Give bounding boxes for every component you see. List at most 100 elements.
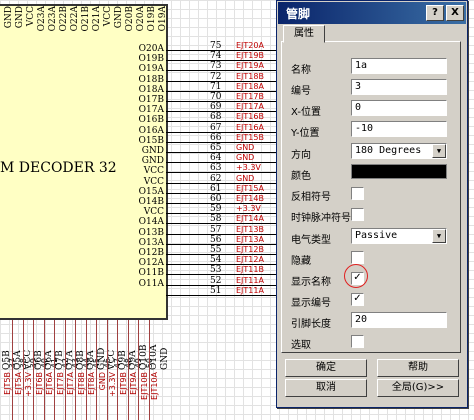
net-label: +3.3V: [236, 163, 261, 173]
pin-number: 63: [210, 163, 222, 174]
pin-name: O17B: [138, 95, 164, 105]
name-field[interactable]: 1a: [351, 58, 447, 74]
net-label: EJT19B: [236, 51, 264, 61]
bottom-net-label: EJT10B: [139, 372, 149, 400]
number-label: 编号: [291, 86, 311, 97]
top-pin-label: O21B: [81, 6, 91, 32]
pin-name: O16A: [138, 125, 164, 136]
top-pin-label: O22A: [70, 6, 80, 32]
pin-name: VCC: [143, 176, 164, 187]
y-position-label: Y-位置: [291, 128, 320, 139]
invert-checkbox[interactable]: [351, 187, 364, 200]
pin-number: 54: [210, 255, 222, 266]
pin-number: 67: [210, 122, 222, 133]
pin-line: [166, 182, 236, 184]
help-icon[interactable]: ?: [426, 5, 444, 21]
net-label: EJT17B: [236, 92, 264, 101]
color-swatch[interactable]: [351, 164, 447, 179]
net-label: EJT12A: [236, 255, 264, 265]
net-label: EJT17A: [236, 102, 264, 112]
pin-line: [166, 101, 236, 102]
close-icon[interactable]: X: [446, 5, 464, 21]
color-label: 颜色: [291, 171, 311, 182]
pin-name: O13B: [138, 227, 164, 238]
pin-number: 56: [210, 234, 222, 245]
pin-number: 69: [210, 102, 222, 113]
selected-checkbox[interactable]: [351, 335, 364, 348]
clock-checkbox[interactable]: [351, 208, 364, 221]
x-position-field[interactable]: 0: [351, 100, 447, 116]
bottom-net-label: EJT9A: [129, 372, 138, 395]
pin-length-field[interactable]: 20: [351, 312, 447, 328]
bottom-net-label: EJT9B: [118, 372, 128, 395]
pin-name: O18B: [138, 74, 164, 85]
top-pin-label: O22B: [59, 6, 69, 32]
top-pin-label: O23A: [48, 6, 58, 32]
pin-line: [166, 111, 236, 113]
pin-line: [166, 90, 236, 92]
pin-number: 62: [210, 173, 222, 184]
top-pin-label: VCC: [26, 6, 36, 27]
chevron-down-icon[interactable]: ▼: [432, 144, 446, 158]
y-position-field[interactable]: -10: [351, 121, 447, 137]
dialog-titlebar[interactable]: 管脚 ? X: [278, 2, 466, 24]
pin-number: 60: [210, 194, 222, 204]
annotation-circle: [344, 264, 368, 288]
bottom-net-label: EJT5A: [13, 372, 23, 395]
cancel-button[interactable]: 取消: [285, 379, 367, 397]
pin-line: [166, 233, 236, 235]
electrical-type-select[interactable]: Passive ▼: [351, 228, 447, 244]
net-label: EJT16B: [236, 112, 264, 122]
pin-line: [166, 274, 236, 276]
ok-button[interactable]: 确定: [285, 359, 367, 377]
bottom-net-label: EJT8B: [76, 372, 86, 395]
pin-line: [166, 203, 236, 204]
pin-name: O13A: [138, 237, 164, 248]
pin-line: [166, 192, 236, 194]
pin-name: O17A: [138, 105, 164, 116]
top-pin-label: O19B: [147, 6, 157, 32]
pin-name: GND: [141, 156, 164, 167]
pin-line: [166, 162, 236, 164]
pin-name: VCC: [143, 166, 164, 177]
bottom-net-label: EJT5B: [3, 372, 12, 395]
bottom-net-label: +3.3V: [24, 372, 33, 397]
net-label: EJT12B: [236, 245, 264, 254]
pin-name: O11B: [138, 268, 164, 279]
tab-properties[interactable]: 属性: [283, 25, 325, 43]
net-label: EJT14B: [236, 194, 264, 203]
bottom-pin-line: [96, 320, 97, 420]
net-label: EJT13B: [236, 224, 264, 234]
show-number-checkbox[interactable]: ✓: [351, 293, 364, 306]
net-label: EJT15A: [236, 183, 264, 193]
invert-label: 反相符号: [291, 192, 331, 203]
hidden-checkbox[interactable]: [351, 251, 364, 264]
selected-label: 选取: [291, 340, 311, 351]
bottom-pin-line: [75, 320, 76, 420]
net-label: EJT11B: [236, 265, 264, 275]
chevron-down-icon[interactable]: ▼: [432, 229, 446, 243]
pin-name: GND: [141, 146, 164, 156]
pin-number: 57: [210, 224, 222, 235]
direction-select[interactable]: 180 Degrees ▼: [351, 143, 447, 159]
pin-row[interactable]: 51 EJT11A: [166, 286, 276, 301]
bottom-net-label: +3.3V: [108, 372, 117, 397]
net-label: EJT20A: [236, 41, 264, 50]
bottom-pin-line: [22, 320, 24, 420]
top-pin-label: O23A: [37, 6, 47, 32]
pin-name: O12B: [138, 248, 164, 258]
global-button[interactable]: 全局(G)>>: [377, 379, 459, 397]
pin-line: [166, 70, 236, 72]
bottom-net-label: EJT6A: [45, 372, 54, 395]
bottom-net-label: EJT7A: [66, 372, 75, 395]
help-button[interactable]: 帮助: [377, 359, 459, 377]
pin-name: O18A: [138, 84, 164, 95]
pin-line: [166, 243, 236, 245]
pin-number: 71: [210, 81, 222, 92]
number-field[interactable]: 3: [351, 79, 447, 95]
net-label: GND: [236, 153, 255, 163]
net-label: EJT19A: [236, 61, 264, 71]
pin-properties-dialog: 管脚 ? X 属性 名称 1a 编号 3 X-位置 0 Y-位置 -10 方向 …: [276, 0, 468, 408]
top-pin-label: O20A: [136, 6, 146, 32]
pin-name: O16B: [138, 115, 164, 126]
